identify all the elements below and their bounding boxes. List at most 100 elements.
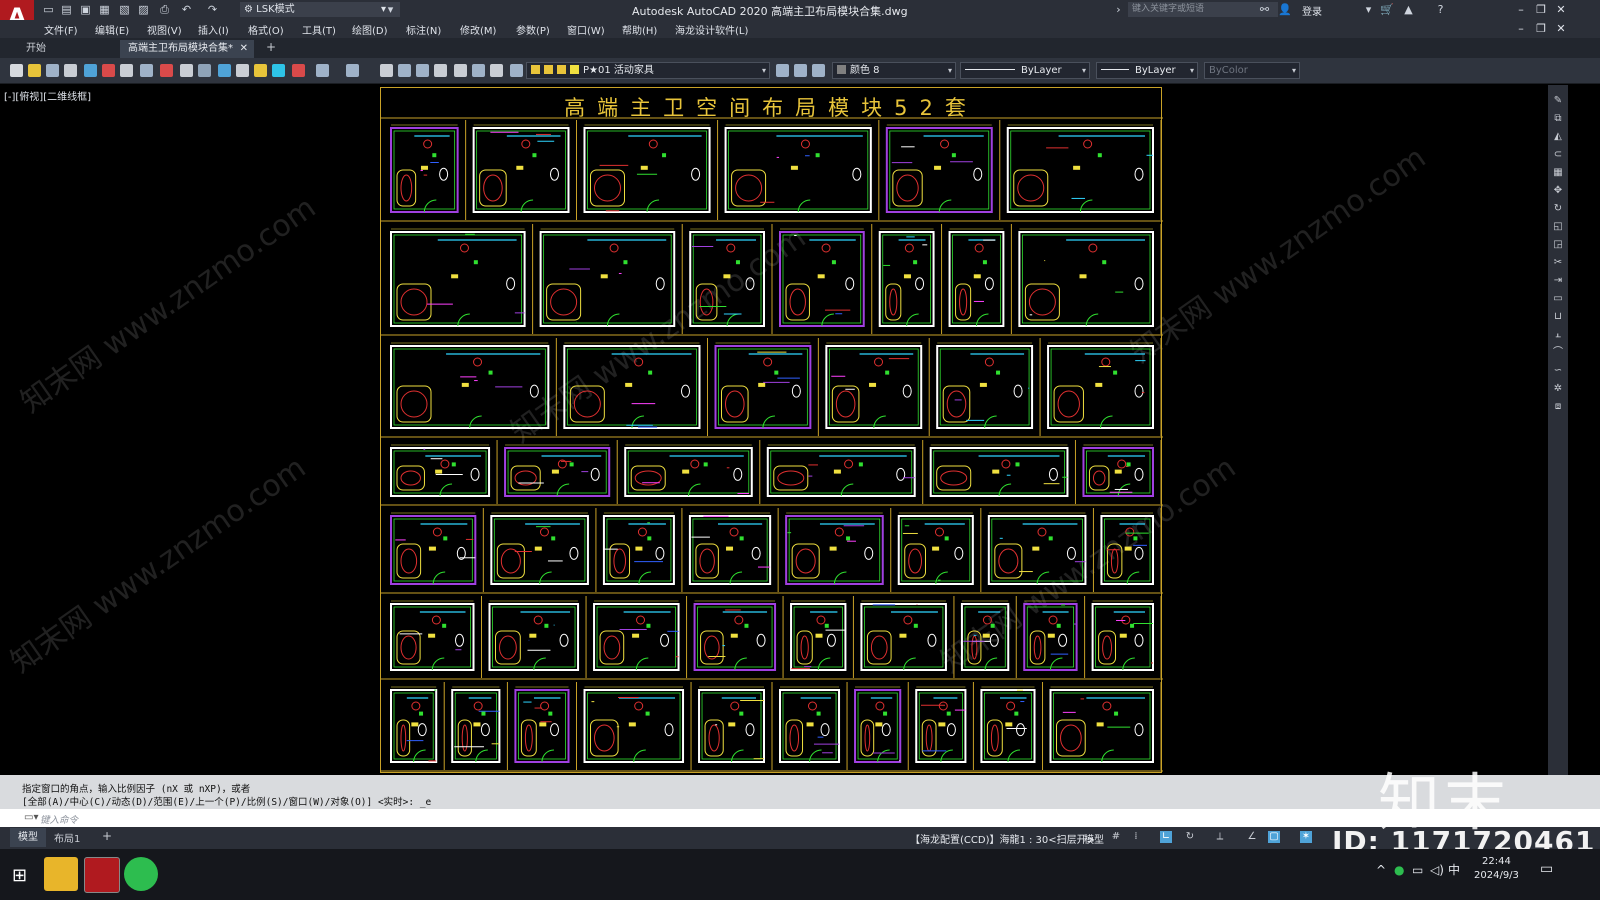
- cart-icon[interactable]: 🛒: [1380, 3, 1394, 16]
- doc-restore-button[interactable]: ❐: [1532, 21, 1550, 37]
- zoom-previous-icon[interactable]: [434, 64, 447, 77]
- input-method-indicator[interactable]: 中: [1448, 861, 1460, 878]
- tool-palettes-icon[interactable]: [490, 64, 503, 77]
- tab-start[interactable]: 开始: [18, 40, 114, 57]
- object-snap-tracking-icon[interactable]: ∠: [1246, 831, 1258, 843]
- new-icon[interactable]: [10, 64, 23, 77]
- ortho-icon[interactable]: ∟: [1160, 831, 1172, 843]
- minimize-button[interactable]: –: [1512, 2, 1530, 18]
- network-icon[interactable]: ▭: [1412, 863, 1423, 877]
- tab-model[interactable]: 模型: [10, 828, 46, 847]
- search-input[interactable]: 键入关键字或短语: [1128, 2, 1278, 17]
- make-current-layer-icon[interactable]: [776, 64, 789, 77]
- layer-match-icon[interactable]: [812, 64, 825, 77]
- fillet-icon[interactable]: ⌒: [1552, 347, 1564, 359]
- open-folder-icon[interactable]: ▤: [60, 3, 73, 16]
- menu-insert[interactable]: 插入(I): [198, 22, 229, 37]
- model-space-button[interactable]: 模型: [1084, 831, 1104, 846]
- notification-icon[interactable]: ▭: [1540, 861, 1553, 877]
- lineweight-dropdown[interactable]: ByLayer ▾: [1096, 62, 1198, 79]
- color-dropdown[interactable]: 颜色 8 ▾: [832, 62, 956, 79]
- menu-window[interactable]: 窗口(W): [567, 22, 605, 37]
- match-properties-icon[interactable]: [180, 64, 193, 77]
- scale-icon[interactable]: ◱: [1552, 221, 1564, 233]
- menu-help[interactable]: 帮助(H): [622, 22, 657, 37]
- tray-chevron-icon[interactable]: ^: [1376, 863, 1386, 877]
- plotstyle-dropdown[interactable]: ByColor ▾: [1204, 62, 1300, 79]
- undo-icon[interactable]: ↶: [180, 3, 193, 16]
- join-icon[interactable]: ⊔: [1552, 311, 1564, 323]
- tab-layout1[interactable]: 布局1: [54, 830, 80, 845]
- user-icon[interactable]: 👤: [1278, 3, 1292, 16]
- open-web-icon[interactable]: ▧: [118, 3, 131, 16]
- layer-previous-icon[interactable]: [794, 64, 807, 77]
- cut-icon[interactable]: [120, 64, 133, 77]
- help-icon[interactable]: ?: [1434, 3, 1447, 16]
- layer-manager-icon[interactable]: [510, 64, 523, 77]
- tray-wechat-icon[interactable]: ●: [1394, 863, 1404, 877]
- close-icon[interactable]: ✕: [240, 40, 248, 58]
- object-snap-icon[interactable]: ▢: [1268, 831, 1280, 843]
- menu-dimension[interactable]: 标注(N): [406, 22, 441, 37]
- doc-minimize-button[interactable]: –: [1512, 21, 1530, 37]
- save-icon[interactable]: [46, 64, 59, 77]
- snap-icon[interactable]: ⁞: [1130, 831, 1142, 843]
- menu-tools[interactable]: 工具(T): [302, 22, 336, 37]
- customize-quick-access-icon[interactable]: ▾: [384, 3, 397, 16]
- autocad-taskbar-icon[interactable]: [84, 857, 120, 893]
- add-layout-button[interactable]: +: [102, 829, 112, 843]
- menu-edit[interactable]: 编辑(E): [95, 22, 129, 37]
- publish-icon[interactable]: [102, 64, 115, 77]
- zoom-window-icon[interactable]: [416, 64, 429, 77]
- volume-icon[interactable]: ◁): [1430, 863, 1444, 877]
- polar-icon[interactable]: ↻: [1184, 831, 1196, 843]
- command-icon[interactable]: ▭▾: [24, 812, 38, 823]
- layer-dropdown[interactable]: P★01 活动家具 ▾: [526, 62, 770, 79]
- redo-icon[interactable]: ↷: [206, 3, 219, 16]
- new-tab-button[interactable]: +: [266, 40, 276, 54]
- autodesk-a360-icon[interactable]: ▲: [1402, 3, 1415, 16]
- zoom-realtime-icon[interactable]: [398, 64, 411, 77]
- viewport-controls[interactable]: [-][俯视][二维线框]: [4, 88, 91, 103]
- menu-hailong[interactable]: 海龙设计软件(L): [675, 22, 748, 37]
- properties-palette-icon[interactable]: [454, 64, 467, 77]
- annotation-icon[interactable]: ✶: [1300, 831, 1312, 843]
- text-icon[interactable]: [218, 64, 231, 77]
- redo-toolbar-icon[interactable]: [346, 64, 359, 77]
- wechat-icon[interactable]: [124, 857, 158, 891]
- explode-icon[interactable]: ✲: [1552, 383, 1564, 395]
- pan-icon[interactable]: [380, 64, 393, 77]
- design-center-icon[interactable]: [472, 64, 485, 77]
- grid-icon[interactable]: #: [1110, 831, 1122, 843]
- offset-icon[interactable]: ⊂: [1552, 149, 1564, 161]
- save-icon[interactable]: ▣: [79, 3, 92, 16]
- paste-icon[interactable]: [160, 64, 173, 77]
- restore-button[interactable]: ❐: [1532, 2, 1550, 18]
- trim-icon[interactable]: ✂: [1552, 257, 1564, 269]
- search-arrow-icon[interactable]: ›: [1112, 3, 1125, 16]
- text-style-icon[interactable]: [254, 64, 267, 77]
- dimension-icon[interactable]: [236, 64, 249, 77]
- menu-parameter[interactable]: 参数(P): [516, 22, 550, 37]
- isodraft-icon[interactable]: ⟂: [1214, 831, 1226, 843]
- layer-state-icon[interactable]: [292, 64, 305, 77]
- windows-start-icon[interactable]: ⊞: [12, 865, 27, 886]
- save-web-icon[interactable]: ▨: [137, 3, 150, 16]
- file-explorer-icon[interactable]: [44, 857, 78, 891]
- menu-file[interactable]: 文件(F): [44, 22, 78, 37]
- copy-icon[interactable]: [140, 64, 153, 77]
- break-icon[interactable]: ▭: [1552, 293, 1564, 305]
- plot-icon[interactable]: [64, 64, 77, 77]
- chevron-down-icon[interactable]: ▾: [1362, 3, 1375, 16]
- preview-icon[interactable]: [84, 64, 97, 77]
- system-clock[interactable]: 22:44 2024/9/3: [1474, 855, 1519, 883]
- extend-icon[interactable]: ⇥: [1552, 275, 1564, 287]
- close-button[interactable]: ✕: [1552, 2, 1570, 18]
- mirror-icon[interactable]: ◭: [1552, 131, 1564, 143]
- menu-modify[interactable]: 修改(M): [460, 22, 496, 37]
- linetype-dropdown[interactable]: ByLayer ▾: [960, 62, 1090, 79]
- doc-close-button[interactable]: ✕: [1552, 21, 1570, 37]
- menu-format[interactable]: 格式(O): [248, 22, 284, 37]
- block-editor-icon[interactable]: [198, 64, 211, 77]
- blend-curves-icon[interactable]: ∽: [1552, 365, 1564, 377]
